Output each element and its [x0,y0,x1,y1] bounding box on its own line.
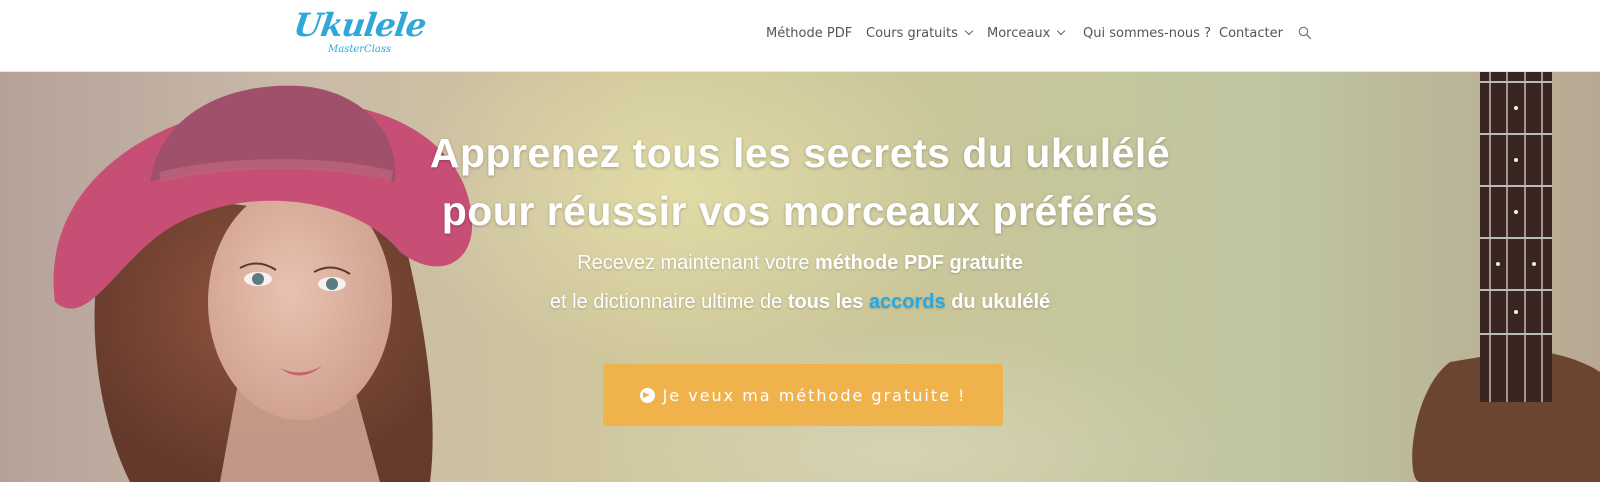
ukulele-image [1412,72,1600,482]
hero-subtitle-text: et le dictionnaire ultime de [549,291,788,313]
cta-label: Je veux ma méthode gratuite ! [662,385,967,405]
hero-subtitle-text: Recevez maintenant votre [577,252,816,274]
nav-item-methode-pdf[interactable]: Méthode PDF [766,26,852,41]
cta-button[interactable]: Je veux ma méthode gratuite ! [603,364,1003,426]
nav-item-label: Cours gratuits [866,26,958,41]
hero-subtitle-line-1: Recevez maintenant votre méthode PDF gra… [300,252,1300,275]
hero-title-line-2: pour réussir vos morceaux préférés [441,188,1159,234]
search-icon[interactable] [1298,26,1312,40]
hero-title-line-1: Apprenez tous les secrets du ukulélé [429,130,1171,176]
main-nav: Méthode PDF Cours gratuits Morceaux Qui … [0,0,1600,68]
site-header: Ukulele MasterClass Méthode PDF Cours gr… [0,0,1600,72]
nav-item-label: Méthode PDF [766,26,853,41]
nav-item-qui-sommes-nous[interactable]: Qui sommes-nous ? [1083,26,1211,41]
chevron-down-icon [1057,26,1066,36]
hero-subtitle-bold: du ukulélé [945,291,1051,313]
nav-item-label: Qui sommes-nous ? [1083,26,1211,41]
hero-subtitle-bold: tous les [787,291,869,313]
nav-item-cours-gratuits[interactable]: Cours gratuits [866,26,974,41]
nav-item-label: Contacter [1219,26,1283,41]
chevron-down-icon [964,26,974,36]
nav-item-morceaux[interactable]: Morceaux [987,26,1066,41]
hero-banner: Apprenez tous les secrets du ukulélé pou… [0,72,1600,482]
nav-item-contacter[interactable]: Contacter [1219,26,1283,41]
hero-subtitle-accent: accords [868,291,946,313]
arrow-circle-right-icon [639,387,655,403]
hero-subtitle-line-2: et le dictionnaire ultime de tous les ac… [300,291,1300,314]
hero-subtitle-bold: méthode PDF gratuite [815,252,1023,274]
nav-item-label: Morceaux [987,26,1051,41]
